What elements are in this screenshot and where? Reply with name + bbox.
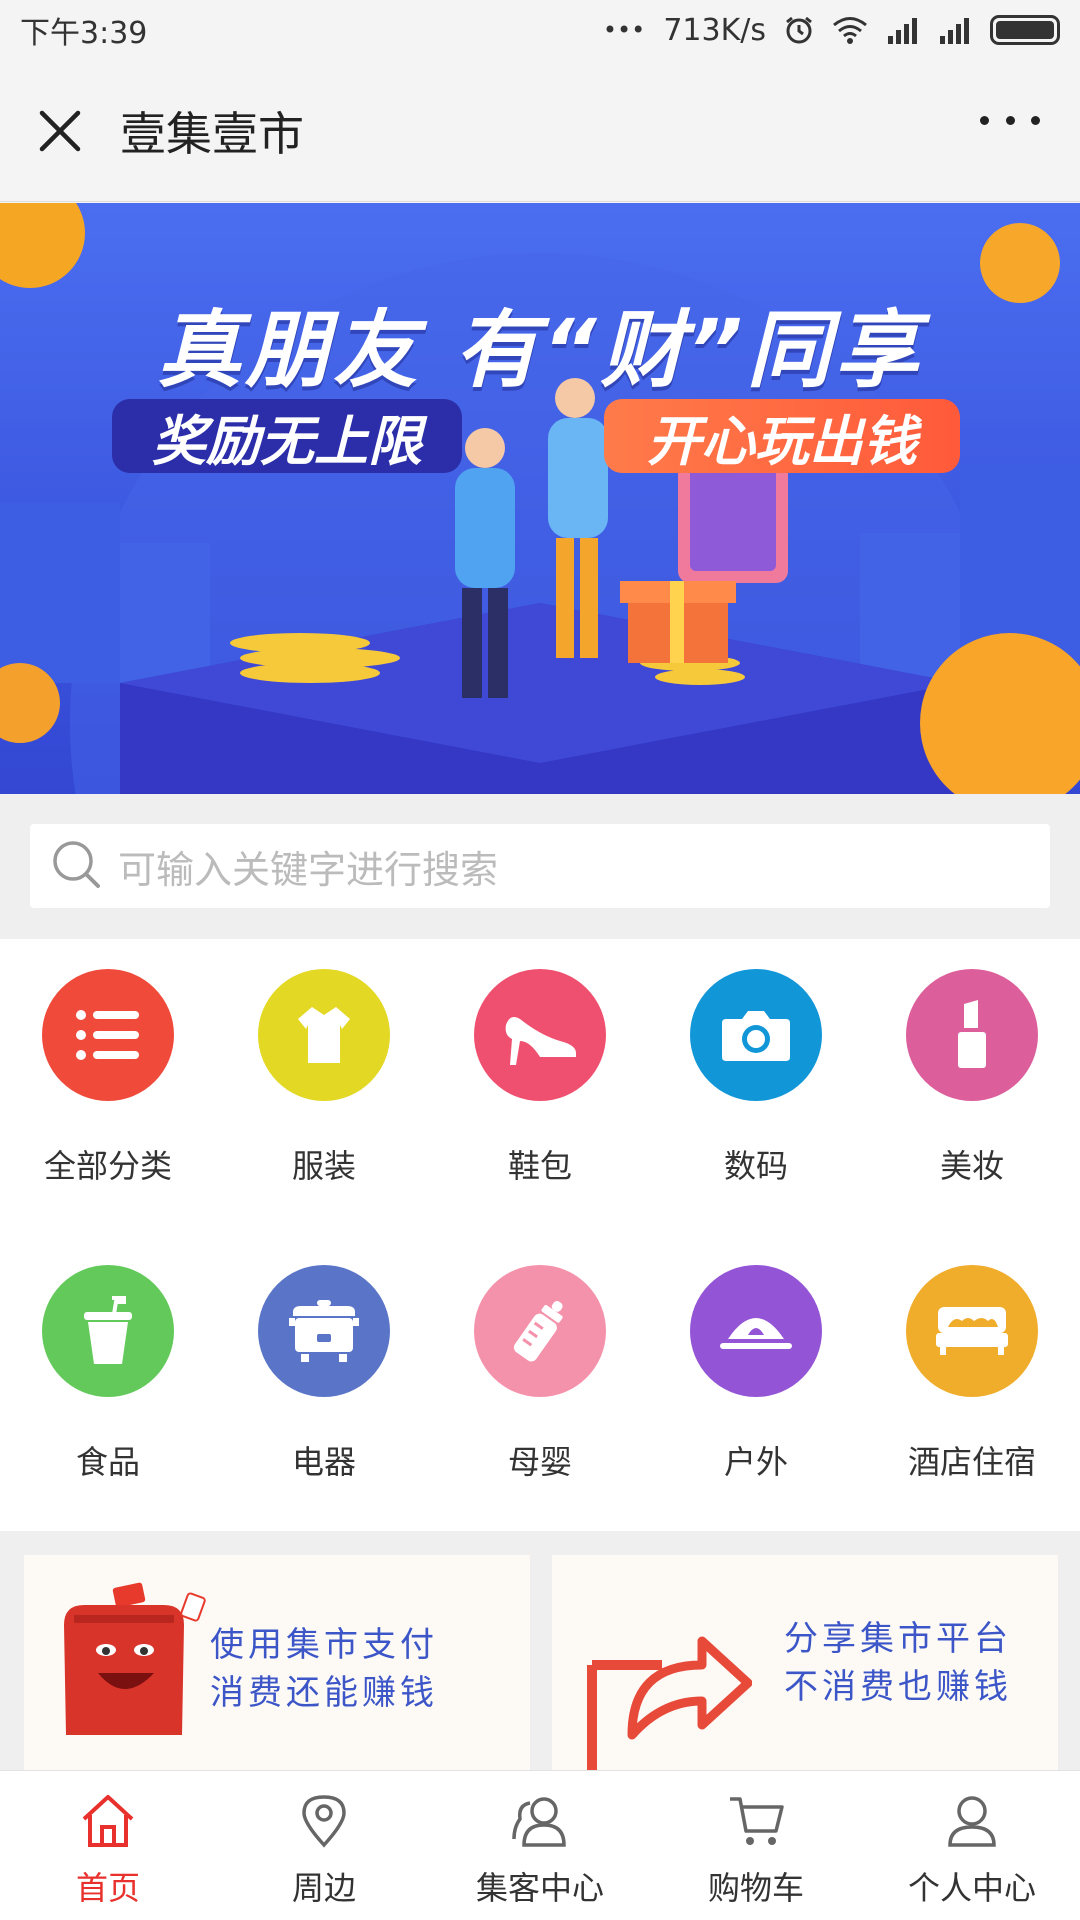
promo-line-2: 不消费也赚钱: [784, 1667, 1012, 1707]
category-grid: 全部分类 服装 鞋包 数码 美妆 食品 电器 母婴 户外 酒店住宿: [0, 939, 1080, 1531]
bottom-tab-bar: 首页 周边 集客中心 购物车 个人中心: [0, 1770, 1080, 1920]
baby-bottle-icon: [474, 1265, 606, 1397]
category-all[interactable]: 全部分类: [0, 969, 216, 1209]
category-label: 电器: [291, 1443, 356, 1481]
promo-line-1: 分享集市平台: [784, 1619, 1012, 1659]
search-icon: [50, 838, 102, 894]
nav-header: 壹集壹市: [0, 60, 1080, 202]
tab-cart[interactable]: 购物车: [648, 1771, 864, 1920]
tab-home[interactable]: 首页: [0, 1771, 216, 1920]
wifi-icon: [832, 15, 868, 45]
shirt-icon: [258, 969, 390, 1101]
high-heel-icon: [474, 969, 606, 1101]
category-label: 酒店住宿: [907, 1443, 1036, 1481]
promo-text-share: 分享集市平台 不消费也赚钱: [784, 1615, 1012, 1711]
drink-cup-icon: [42, 1265, 174, 1397]
alarm-icon: [784, 15, 814, 45]
rice-cooker-icon: [258, 1265, 390, 1397]
category-label: 户外: [723, 1443, 788, 1481]
category-cosmetics[interactable]: 美妆: [864, 969, 1080, 1209]
person-icon: [944, 1793, 1000, 1853]
category-hotel[interactable]: 酒店住宿: [864, 1265, 1080, 1505]
signal-icon: [886, 16, 920, 44]
category-label: 鞋包: [507, 1147, 572, 1185]
search-input[interactable]: 可输入关键字进行搜索: [30, 824, 1050, 908]
status-dots: •••: [602, 16, 646, 44]
banner-pill-left: 奖励无上限: [112, 399, 462, 473]
home-icon: [78, 1793, 138, 1853]
category-digital[interactable]: 数码: [648, 969, 864, 1209]
promo-card-share[interactable]: 分享集市平台 不消费也赚钱: [552, 1555, 1058, 1785]
close-icon[interactable]: [30, 101, 90, 161]
share-icon: [587, 1636, 752, 1780]
category-label: 服装: [291, 1147, 356, 1185]
status-time: 下午3:39: [20, 16, 148, 51]
tab-customer-center[interactable]: 集客中心: [432, 1771, 648, 1920]
category-outdoor[interactable]: 户外: [648, 1265, 864, 1505]
category-baby[interactable]: 母婴: [432, 1265, 648, 1505]
promo-text-pay: 使用集市支付 消费还能赚钱: [210, 1621, 438, 1717]
tent-icon: [690, 1265, 822, 1397]
category-label: 食品: [75, 1443, 140, 1481]
cart-icon: [726, 1793, 786, 1853]
camera-icon: [690, 969, 822, 1101]
tab-label: 周边: [291, 1869, 356, 1907]
more-menu-icon[interactable]: [980, 110, 1040, 130]
promo-banner[interactable]: 真朋友 有“财”同享 奖励无上限 开心玩出钱: [0, 203, 1080, 794]
promo-line-1: 使用集市支付: [210, 1625, 438, 1665]
category-label: 美妆: [939, 1147, 1004, 1185]
promo-line-2: 消费还能赚钱: [210, 1673, 438, 1713]
lipstick-icon: [906, 969, 1038, 1101]
tab-label: 个人中心: [907, 1869, 1036, 1907]
category-clothing[interactable]: 服装: [216, 969, 432, 1209]
search-placeholder: 可输入关键字进行搜索: [118, 847, 499, 892]
signal-icon-2: [938, 16, 972, 44]
category-label: 数码: [723, 1147, 788, 1185]
status-right: ••• 713K/s: [603, 13, 1060, 48]
tab-nearby[interactable]: 周边: [216, 1771, 432, 1920]
banner-pill-right: 开心玩出钱: [604, 399, 960, 473]
page-title: 壹集壹市: [120, 106, 304, 161]
promo-section: 使用集市支付 消费还能赚钱 分享集市平台 不消费也赚钱: [0, 1531, 1080, 1785]
category-shoes-bags[interactable]: 鞋包: [432, 969, 648, 1209]
search-section: 可输入关键字进行搜索: [0, 794, 1080, 939]
category-food[interactable]: 食品: [0, 1265, 216, 1505]
tab-label: 购物车: [707, 1869, 804, 1907]
battery-icon: [990, 15, 1060, 45]
users-icon: [510, 1793, 570, 1853]
location-pin-icon: [296, 1793, 352, 1853]
bed-icon: [906, 1265, 1038, 1397]
network-speed: 713K/s: [663, 12, 766, 48]
promo-card-pay[interactable]: 使用集市支付 消费还能赚钱: [24, 1555, 530, 1785]
tab-personal-center[interactable]: 个人中心: [864, 1771, 1080, 1920]
tab-label: 集客中心: [475, 1869, 604, 1907]
category-appliances[interactable]: 电器: [216, 1265, 432, 1505]
list-icon: [42, 969, 174, 1101]
status-bar: 下午3:39 ••• 713K/s: [0, 0, 1080, 60]
category-label: 全部分类: [43, 1147, 172, 1185]
banner-headline: 真朋友 有“财”同享: [157, 301, 923, 399]
tab-label: 首页: [75, 1869, 140, 1907]
category-label: 母婴: [507, 1443, 572, 1481]
